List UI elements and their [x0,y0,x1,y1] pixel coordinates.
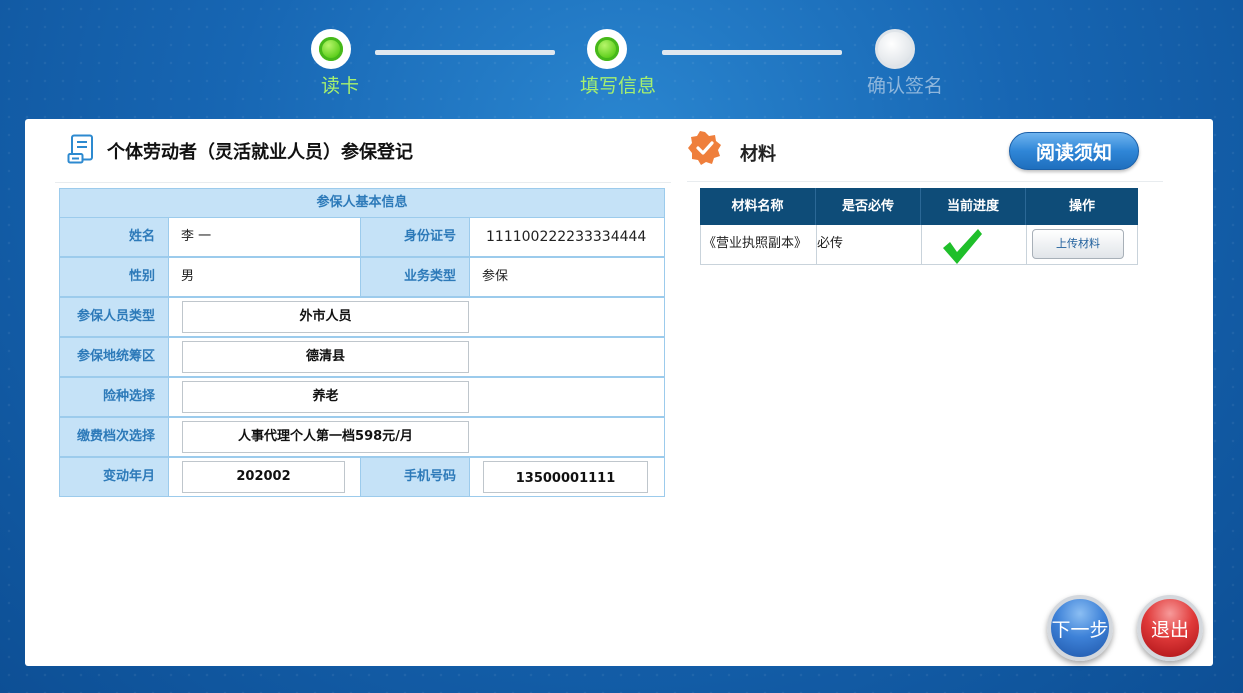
step-3-label: 确认签名 [867,75,944,97]
materials-title: 材料 [740,144,776,165]
step-1-indicator [311,29,351,69]
material-name-cell: 《营业执照副本》 [700,225,817,265]
col-header-required: 是否必传 [816,188,921,225]
upload-material-button[interactable]: 上传材料 [1032,229,1124,259]
materials-table: 材料名称 是否必传 当前进度 操作 《营业执照副本》 必传 上传材料 [700,188,1138,265]
row-insurance: 险种选择 养老 [59,377,665,417]
phone-label: 手机号码 [360,457,470,497]
change-date-input[interactable]: 202002 [182,461,345,493]
name-label: 姓名 [59,217,169,257]
gender-value: 男 [168,257,361,297]
row-level: 缴费档次选择 人事代理个人第一档598元/月 [59,417,665,457]
main-panel: 个体劳动者（灵活就业人员）参保登记 参保人基本信息 姓名 李 一 身份证号 11… [25,119,1213,666]
business-type-label: 业务类型 [360,257,470,297]
id-number-label: 身份证号 [360,217,470,257]
payment-level-select[interactable]: 人事代理个人第一档598元/月 [182,421,469,453]
insurance-label: 险种选择 [59,377,169,417]
check-icon [943,229,982,264]
row-region: 参保地统筹区 德清县 [59,337,665,377]
step-1-label: 读卡 [321,75,360,97]
step-2-label: 填写信息 [580,75,657,97]
form-title-divider [55,182,671,183]
insurance-select[interactable]: 养老 [182,381,469,413]
col-header-action: 操作 [1026,188,1138,225]
material-required-cell: 必传 [816,225,922,265]
person-type-label: 参保人员类型 [59,297,169,337]
next-step-button[interactable]: 下一步 [1047,595,1113,661]
phone-input[interactable]: 13500001111 [483,461,648,493]
step-connector-2 [662,50,842,55]
row-date-phone: 变动年月 202002 手机号码 13500001111 [59,457,665,497]
row-name-id: 姓名 李 一 身份证号 111100222233334444 [59,217,665,257]
row-person-type: 参保人员类型 外市人员 [59,297,665,337]
step-connector-1 [375,50,555,55]
progress-steps: 读卡 填写信息 确认签名 [0,0,1243,110]
id-number-value: 111100222233334444 [469,217,665,257]
row-gender-business: 性别 男 业务类型 参保 [59,257,665,297]
col-header-progress: 当前进度 [921,188,1026,225]
form-title: 个体劳动者（灵活就业人员）参保登记 [107,142,413,163]
exit-button[interactable]: 退出 [1137,595,1203,661]
step-3-indicator [875,29,915,69]
badge-check-icon [688,131,721,165]
materials-divider [687,181,1163,182]
region-label: 参保地统筹区 [59,337,169,377]
section-header: 参保人基本信息 [59,188,665,218]
name-value: 李 一 [168,217,361,257]
change-date-label: 变动年月 [59,457,169,497]
form-icon [67,134,93,164]
col-header-material-name: 材料名称 [700,188,816,225]
business-type-value: 参保 [469,257,665,297]
read-notice-button[interactable]: 阅读须知 [1009,132,1139,170]
gender-label: 性别 [59,257,169,297]
step-2-indicator [587,29,627,69]
person-type-select[interactable]: 外市人员 [182,301,469,333]
region-select[interactable]: 德清县 [182,341,469,373]
payment-level-label: 缴费档次选择 [59,417,169,457]
